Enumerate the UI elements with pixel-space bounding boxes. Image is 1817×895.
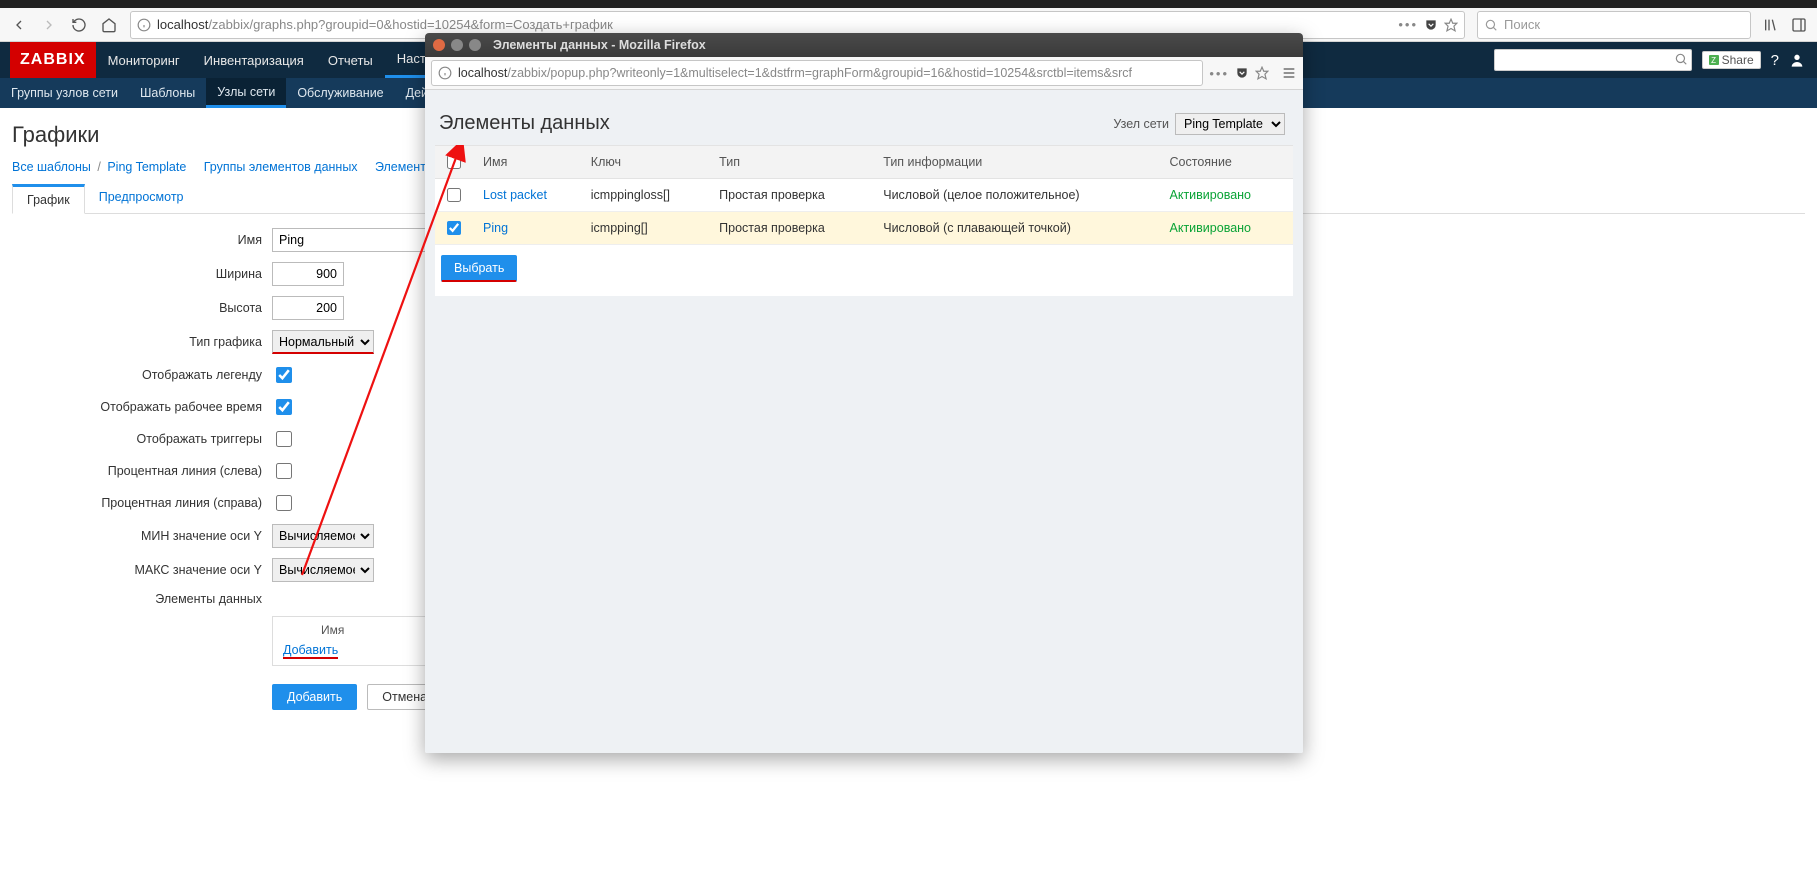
items-popup-window: Элементы данных - Mozilla Firefox localh…	[425, 33, 1303, 753]
nav2-templates[interactable]: Шаблоны	[129, 78, 206, 108]
item-status: Активировано	[1162, 212, 1293, 245]
item-info: Числовой (целое положительное)	[875, 179, 1161, 212]
ymax-label: МАКС значение оси Y	[12, 563, 272, 577]
item-key: icmpping[]	[583, 212, 711, 245]
name-label: Имя	[12, 233, 272, 247]
ymin-label: МИН значение оси Y	[12, 529, 272, 543]
table-row[interactable]: Ping icmpping[] Простая проверка Числово…	[435, 212, 1293, 245]
nav1-monitoring[interactable]: Мониторинг	[96, 42, 192, 78]
popup-window-title: Элементы данных - Mozilla Firefox	[493, 38, 706, 52]
nav2-hostgroups[interactable]: Группы узлов сети	[0, 78, 129, 108]
pright-label: Процентная линия (справа)	[12, 496, 272, 510]
more-icon[interactable]: •••	[1209, 66, 1229, 81]
node-label: Узел сети	[1113, 117, 1169, 131]
ymin-select[interactable]: Вычисляемое	[272, 524, 374, 548]
search-bar[interactable]: Поиск	[1477, 11, 1751, 39]
popup-url-input[interactable]: localhost/zabbix/popup.php?writeonly=1&m…	[431, 60, 1203, 86]
items-table: Имя Ключ Тип Тип информации Состояние Lo…	[435, 145, 1293, 245]
item-type: Простая проверка	[711, 212, 875, 245]
type-label: Тип графика	[12, 335, 272, 349]
row-checkbox[interactable]	[447, 188, 461, 202]
item-name-link[interactable]: Ping	[483, 221, 508, 235]
star-icon[interactable]	[1255, 66, 1269, 80]
reload-icon[interactable]	[66, 12, 92, 38]
z-share-button[interactable]: ZShare	[1702, 51, 1761, 69]
item-info: Числовой (с плавающей точкой)	[875, 212, 1161, 245]
ymax-select[interactable]: Вычисляемое	[272, 558, 374, 582]
item-type: Простая проверка	[711, 179, 875, 212]
sidebar-icon[interactable]	[1791, 17, 1807, 33]
tab-graph[interactable]: График	[12, 184, 85, 214]
col-info[interactable]: Тип информации	[875, 146, 1161, 179]
search-icon	[1484, 18, 1498, 32]
zabbix-search-input[interactable]	[1494, 49, 1692, 71]
col-type[interactable]: Тип	[711, 146, 875, 179]
user-icon[interactable]	[1789, 52, 1805, 68]
table-row[interactable]: Lost packet icmppingloss[] Простая прове…	[435, 179, 1293, 212]
triggers-label: Отображать триггеры	[12, 432, 272, 446]
window-max-icon[interactable]	[469, 39, 481, 51]
graph-items-box: Имя Добавить	[272, 616, 434, 666]
search-icon	[1674, 52, 1688, 66]
bc-applications[interactable]: Группы элементов данных	[204, 160, 358, 174]
address-text: localhost/zabbix/graphs.php?groupid=0&ho…	[157, 17, 1392, 32]
col-key[interactable]: Ключ	[583, 146, 711, 179]
height-label: Высота	[12, 301, 272, 315]
pocket-icon[interactable]	[1235, 66, 1249, 80]
type-select[interactable]: Нормальный	[272, 330, 374, 354]
zabbix-logo[interactable]: ZABBIX	[10, 42, 96, 78]
window-close-icon[interactable]	[433, 39, 445, 51]
items-label: Элементы данных	[12, 592, 272, 606]
height-input[interactable]	[272, 296, 344, 320]
col-name[interactable]: Имя	[475, 146, 583, 179]
library-icon[interactable]	[1763, 17, 1779, 33]
legend-label: Отображать легенду	[12, 368, 272, 382]
node-select[interactable]: Ping Template	[1175, 113, 1285, 135]
search-placeholder: Поиск	[1504, 17, 1540, 32]
percent-left-checkbox[interactable]	[276, 463, 292, 479]
info-icon	[137, 18, 151, 32]
bc-all-templates[interactable]: Все шаблоны	[12, 160, 91, 174]
help-icon[interactable]: ?	[1771, 52, 1779, 69]
pocket-icon[interactable]	[1424, 18, 1438, 32]
popup-address-bar: localhost/zabbix/popup.php?writeonly=1&m…	[425, 57, 1303, 90]
nav2-maintenance[interactable]: Обслуживание	[286, 78, 394, 108]
triggers-checkbox[interactable]	[276, 431, 292, 447]
item-key: icmppingloss[]	[583, 179, 711, 212]
submit-button[interactable]: Добавить	[272, 684, 357, 710]
width-label: Ширина	[12, 267, 272, 281]
more-icon[interactable]: •••	[1398, 17, 1418, 32]
forward-icon	[36, 12, 62, 38]
worktime-checkbox[interactable]	[276, 399, 292, 415]
name-input[interactable]	[272, 228, 436, 252]
select-button[interactable]: Выбрать	[441, 255, 517, 282]
work-label: Отображать рабочее время	[12, 400, 272, 414]
info-icon	[438, 66, 452, 80]
home-icon[interactable]	[96, 12, 122, 38]
star-icon[interactable]	[1444, 18, 1458, 32]
nav2-hosts[interactable]: Узлы сети	[206, 78, 286, 108]
item-name-link[interactable]: Lost packet	[483, 188, 547, 202]
select-all-checkbox[interactable]	[447, 155, 461, 169]
pleft-label: Процентная линия (слева)	[12, 464, 272, 478]
add-item-link[interactable]: Добавить	[283, 643, 338, 659]
popup-heading: Элементы данных	[439, 112, 610, 135]
popup-title-bar[interactable]: Элементы данных - Mozilla Firefox	[425, 33, 1303, 57]
nav1-inventory[interactable]: Инвентаризация	[192, 42, 316, 78]
row-checkbox[interactable]	[447, 221, 461, 235]
width-input[interactable]	[272, 262, 344, 286]
nav1-reports[interactable]: Отчеты	[316, 42, 385, 78]
percent-right-checkbox[interactable]	[276, 495, 292, 511]
bc-ping-template[interactable]: Ping Template	[107, 160, 186, 174]
menu-icon[interactable]	[1281, 65, 1297, 81]
legend-checkbox[interactable]	[276, 367, 292, 383]
back-icon[interactable]	[6, 12, 32, 38]
window-min-icon[interactable]	[451, 39, 463, 51]
graph-items-header: Имя	[283, 623, 423, 637]
tab-preview[interactable]: Предпросмотр	[85, 184, 198, 213]
col-status[interactable]: Состояние	[1162, 146, 1293, 179]
item-status: Активировано	[1162, 179, 1293, 212]
